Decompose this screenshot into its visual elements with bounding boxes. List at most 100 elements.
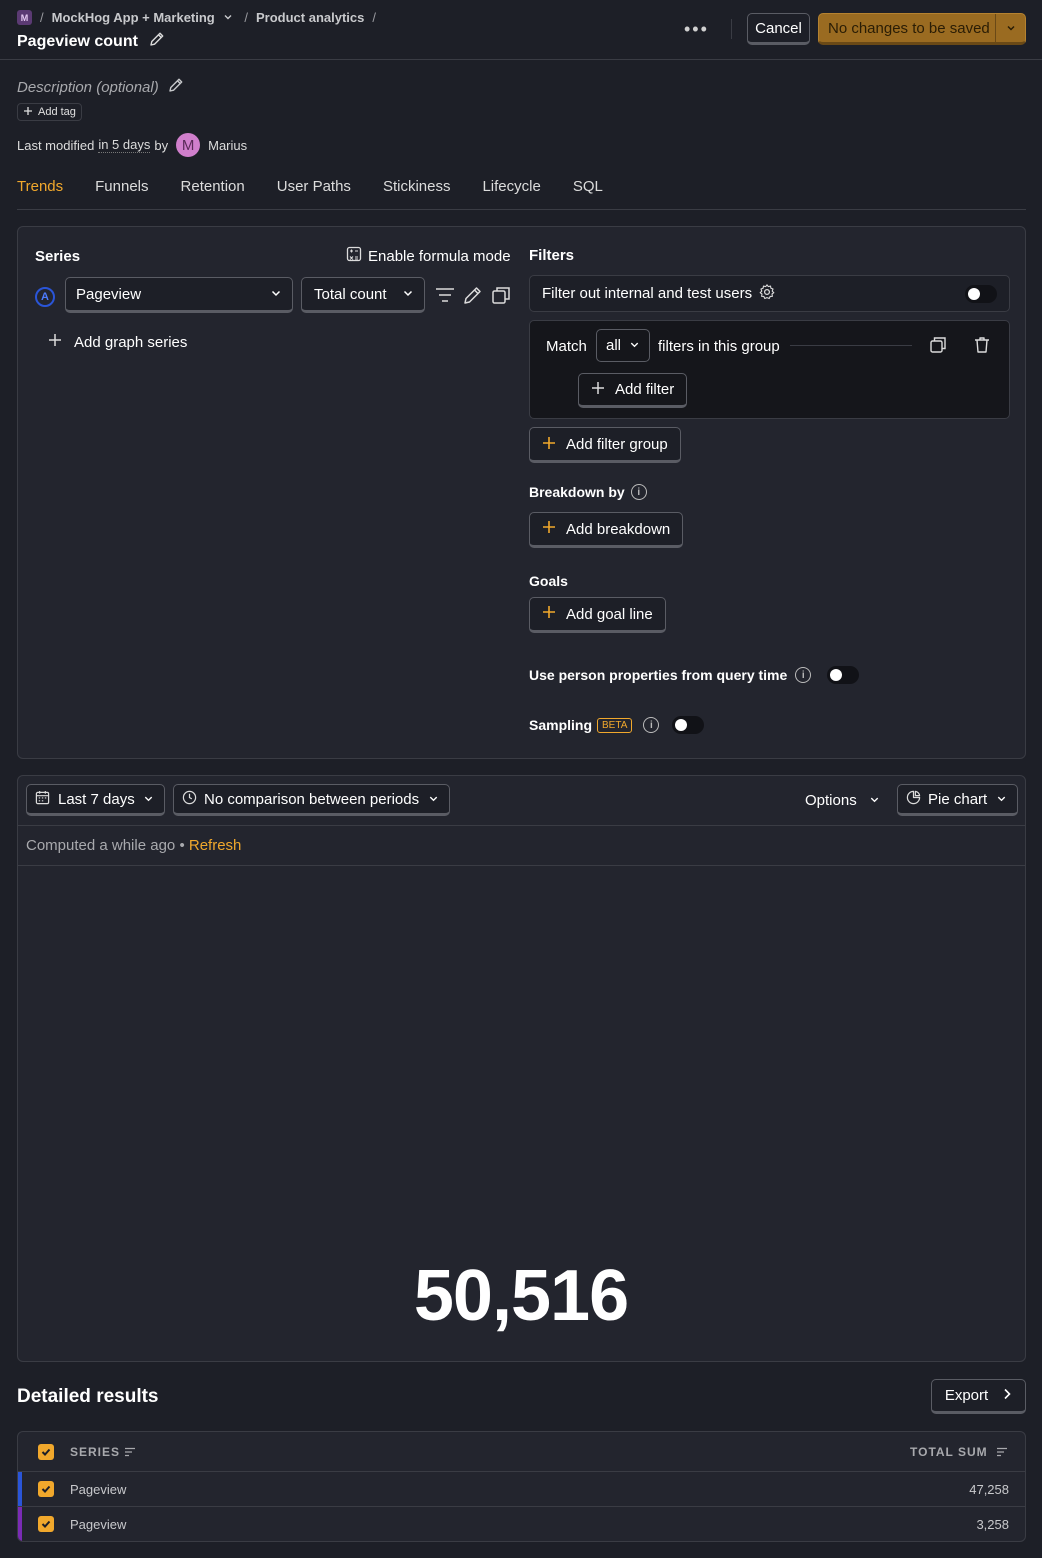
bullet: • xyxy=(179,837,185,854)
add-filter-group-button[interactable]: Add filter group xyxy=(529,427,681,463)
tab-sql[interactable]: SQL xyxy=(573,170,603,209)
breadcrumb-project[interactable]: MockHog App + Marketing xyxy=(52,10,215,25)
total-value: 50,516 xyxy=(413,1256,629,1336)
save-button-label: No changes to be saved xyxy=(828,19,990,37)
person-properties-label: Use person properties from query time xyxy=(529,667,788,683)
modified-by: by xyxy=(154,137,169,153)
chevron-down-icon xyxy=(428,791,439,808)
match-label: Match xyxy=(546,338,587,355)
breakdown-title: Breakdown by i xyxy=(529,484,647,500)
tab-trends[interactable]: Trends xyxy=(17,170,63,209)
results-toolbar: Last 7 days No comparison between period… xyxy=(18,776,1025,826)
pencil-icon[interactable] xyxy=(167,76,185,98)
avatar: M xyxy=(176,133,201,157)
insight-name: Pageview count xyxy=(17,32,138,50)
goals-title: Goals xyxy=(529,573,568,589)
table-header: SERIES TOTAL SUM xyxy=(18,1432,1025,1472)
add-filter-button[interactable]: Add filter xyxy=(578,373,688,408)
info-icon[interactable]: i xyxy=(795,667,812,683)
pencil-icon[interactable] xyxy=(148,30,166,53)
breadcrumb-separator: / xyxy=(240,10,248,25)
date-range-value: Last 7 days xyxy=(58,790,135,808)
select-all-checkbox[interactable] xyxy=(38,1444,54,1460)
pie-chart-icon xyxy=(906,790,921,809)
tab-funnels[interactable]: Funnels xyxy=(95,170,148,209)
breadcrumb-section[interactable]: Product analytics xyxy=(256,10,364,25)
detailed-results-title: Detailed results xyxy=(17,1386,159,1407)
comparison-value: No comparison between periods xyxy=(204,790,420,808)
filter-icon[interactable] xyxy=(434,284,456,306)
chevron-down-icon xyxy=(996,791,1007,808)
date-range-select[interactable]: Last 7 days xyxy=(26,784,165,816)
options-button[interactable]: Options xyxy=(805,792,880,809)
row-total: 3,258 xyxy=(976,1517,1009,1532)
tab-retention[interactable]: Retention xyxy=(181,170,245,209)
add-breakdown-button[interactable]: Add breakdown xyxy=(529,512,684,548)
internal-users-label: Filter out internal and test users xyxy=(542,285,753,302)
page-title: Pageview count xyxy=(17,30,166,53)
chevron-down-icon[interactable] xyxy=(223,10,233,25)
description-field[interactable]: Description (optional) xyxy=(17,76,185,98)
aggregation-select[interactable]: Total count xyxy=(301,277,425,313)
comparison-select[interactable]: No comparison between periods xyxy=(173,784,450,816)
aggregation-select-value: Total count xyxy=(314,285,387,303)
more-options-icon[interactable]: ••• xyxy=(684,19,709,40)
event-select-value: Pageview xyxy=(76,285,142,303)
column-header-series[interactable]: SERIES xyxy=(70,1445,120,1459)
series-color-stripe xyxy=(18,1472,22,1506)
sampling-toggle[interactable] xyxy=(672,716,705,734)
duplicate-icon[interactable] xyxy=(928,335,948,359)
refresh-link[interactable]: Refresh xyxy=(189,837,242,854)
breadcrumb-separator: / xyxy=(372,10,376,25)
plus-icon xyxy=(542,605,556,623)
calculator-icon xyxy=(346,246,362,266)
formula-mode-label: Enable formula mode xyxy=(368,247,511,265)
add-tag-label: Add tag xyxy=(38,106,76,118)
add-breakdown-label: Add breakdown xyxy=(566,520,671,538)
match-suffix: filters in this group xyxy=(658,338,780,355)
add-graph-series-label: Add graph series xyxy=(74,333,188,351)
formula-mode-button[interactable]: Enable formula mode xyxy=(346,246,511,266)
add-graph-series-button[interactable]: Add graph series xyxy=(48,333,187,351)
modified-prefix: Last modified xyxy=(17,137,95,153)
clock-icon xyxy=(182,790,197,809)
row-checkbox[interactable] xyxy=(38,1481,54,1497)
sort-icon[interactable] xyxy=(996,1446,1008,1461)
internal-users-toggle[interactable] xyxy=(965,284,997,303)
plus-icon xyxy=(23,106,33,119)
add-tag-button[interactable]: Add tag xyxy=(17,103,82,121)
row-checkbox[interactable] xyxy=(38,1516,54,1532)
plus-icon xyxy=(542,435,556,453)
filters-title: Filters xyxy=(529,247,575,264)
match-select-value: all xyxy=(606,337,622,354)
gear-icon[interactable] xyxy=(758,283,776,305)
chevron-down-icon xyxy=(143,791,154,808)
column-header-total-sum[interactable]: TOTAL SUM xyxy=(910,1445,988,1459)
event-select[interactable]: Pageview xyxy=(65,277,293,313)
tab-lifecycle[interactable]: Lifecycle xyxy=(482,170,540,209)
plus-icon xyxy=(591,381,605,399)
chevron-down-icon xyxy=(629,337,640,354)
save-button[interactable]: No changes to be saved xyxy=(818,13,1026,45)
tab-user-paths[interactable]: User Paths xyxy=(277,170,351,209)
info-icon[interactable]: i xyxy=(643,717,660,733)
modified-user: Marius xyxy=(208,137,248,153)
chart-type-select[interactable]: Pie chart xyxy=(897,784,1018,816)
pencil-icon[interactable] xyxy=(462,284,484,306)
internal-users-filter: Filter out internal and test users xyxy=(529,275,1010,312)
add-goal-line-button[interactable]: Add goal line xyxy=(529,597,666,633)
cancel-button[interactable]: Cancel xyxy=(747,13,810,45)
tab-stickiness[interactable]: Stickiness xyxy=(383,170,451,209)
duplicate-icon[interactable] xyxy=(490,284,512,306)
sort-icon[interactable] xyxy=(124,1446,136,1461)
export-button[interactable]: Export xyxy=(931,1379,1026,1414)
trash-icon[interactable] xyxy=(972,335,992,359)
add-goal-line-label: Add goal line xyxy=(566,605,653,623)
match-select[interactable]: all xyxy=(596,329,650,362)
chevron-down-icon[interactable] xyxy=(995,14,1025,42)
query-panel: Series Enable formula mode A Pageview To… xyxy=(17,226,1026,759)
computed-text: Computed a while ago xyxy=(26,837,176,854)
info-icon[interactable]: i xyxy=(630,484,647,500)
chevron-down-icon xyxy=(869,792,880,809)
person-properties-toggle[interactable] xyxy=(827,666,860,684)
